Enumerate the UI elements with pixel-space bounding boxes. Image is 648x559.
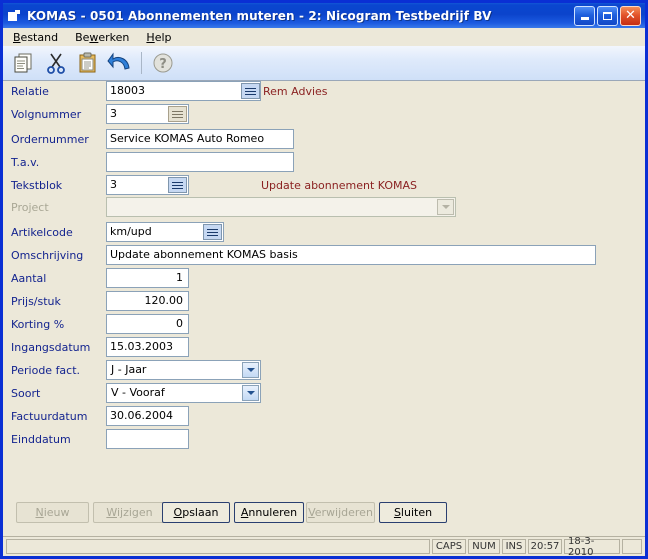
input-tav[interactable]	[106, 152, 294, 172]
input-factuurdatum[interactable]: 30.06.2004	[106, 406, 189, 426]
label-soort: Soort	[11, 387, 41, 400]
opslaan-button[interactable]: Opslaan	[162, 502, 230, 523]
label-aantal: Aantal	[11, 272, 47, 285]
label-relatie: Relatie	[11, 85, 49, 98]
minimize-button[interactable]	[574, 5, 595, 26]
status-ins: INS	[502, 539, 526, 554]
svg-text:?: ?	[159, 57, 167, 72]
input-aantal[interactable]: 1	[106, 268, 189, 288]
label-ordernummer: Ordernummer	[11, 133, 89, 146]
status-message	[6, 539, 430, 554]
note-tekstblok: Update abonnement KOMAS	[261, 179, 418, 192]
menu-bar: Bestand Bewerken Help	[3, 28, 645, 46]
label-project: Project	[11, 201, 49, 214]
label-einddatum: Einddatum	[11, 433, 71, 446]
label-prijs: Prijs/stuk	[11, 295, 61, 308]
lookup-button-artikelcode[interactable]	[203, 224, 222, 240]
input-prijs[interactable]: 120.00	[106, 291, 189, 311]
label-volgnummer: Volgnummer	[11, 108, 82, 121]
chevron-down-icon[interactable]	[242, 385, 259, 401]
label-tav: T.a.v.	[11, 156, 40, 169]
input-relatie[interactable]: 18003	[106, 81, 261, 101]
maximize-button[interactable]	[597, 5, 618, 26]
select-periode-fact-value: J - Jaar	[111, 363, 147, 376]
form-area: Relatie 18003 Rem Advies Volgnummer 3 Or…	[3, 81, 645, 536]
wijzigen-button: Wijzigen	[93, 502, 166, 523]
status-resize-grip	[622, 539, 642, 554]
help-icon[interactable]: ?	[148, 48, 178, 78]
status-date: 18-3-2010	[564, 536, 620, 558]
sluiten-button[interactable]: Sluiten	[379, 502, 447, 523]
input-ordernummer[interactable]: Service KOMAS Auto Romeo	[106, 129, 294, 149]
nieuw-button: Nieuw	[16, 502, 89, 523]
title-bar[interactable]: KOMAS - 0501 Abonnementen muteren - 2: N…	[3, 3, 645, 28]
toolbar: ?	[3, 46, 645, 81]
verwijderen-button: Verwijderen	[306, 502, 375, 523]
paste-icon[interactable]	[73, 48, 103, 78]
cut-icon[interactable]	[41, 48, 71, 78]
select-soort[interactable]: V - Vooraf	[106, 383, 261, 403]
action-button-bar: Nieuw Wijzigen Opslaan Annuleren Verwijd…	[3, 496, 645, 536]
select-periode-fact[interactable]: J - Jaar	[106, 360, 261, 380]
select-soort-value: V - Vooraf	[111, 386, 165, 399]
label-factuurdatum: Factuurdatum	[11, 410, 88, 423]
status-time: 20:57	[528, 539, 562, 554]
close-icon: ✕	[625, 8, 636, 23]
status-bar: CAPS NUM INS 20:57 18-3-2010	[3, 536, 645, 558]
input-einddatum[interactable]	[106, 429, 189, 449]
label-ingangsdatum: Ingangsdatum	[11, 341, 91, 354]
status-num: NUM	[468, 539, 500, 554]
copy-icon[interactable]	[9, 48, 39, 78]
application-window: KOMAS - 0501 Abonnementen muteren - 2: N…	[0, 0, 648, 559]
note-relatie: Rem Advies	[263, 85, 328, 98]
label-omschrijving: Omschrijving	[11, 249, 84, 262]
label-tekstblok: Tekstblok	[11, 179, 63, 192]
label-korting: Korting %	[11, 318, 65, 331]
window-controls: ✕	[574, 5, 643, 26]
lookup-button-volgnummer[interactable]	[168, 106, 187, 122]
chevron-down-icon[interactable]	[242, 362, 259, 378]
menu-item-bewerken[interactable]: Bewerken	[75, 31, 129, 44]
input-omschrijving[interactable]: Update abonnement KOMAS basis	[106, 245, 596, 265]
lookup-button-tekstblok[interactable]	[168, 177, 187, 193]
lookup-button-relatie[interactable]	[241, 83, 260, 99]
input-korting[interactable]: 0	[106, 314, 189, 334]
select-project	[106, 197, 456, 217]
menu-item-help[interactable]: Help	[146, 31, 171, 44]
annuleren-button[interactable]: Annuleren	[234, 502, 304, 523]
label-artikelcode: Artikelcode	[11, 226, 73, 239]
chevron-down-icon	[437, 199, 454, 215]
toolbar-separator	[141, 52, 142, 74]
label-periode: Periode fact.	[11, 364, 81, 377]
undo-icon[interactable]	[105, 48, 135, 78]
window-title: KOMAS - 0501 Abonnementen muteren - 2: N…	[27, 8, 492, 23]
menu-item-bestand[interactable]: Bestand	[13, 31, 58, 44]
application-icon	[8, 9, 21, 22]
close-button[interactable]: ✕	[620, 5, 641, 26]
status-caps: CAPS	[432, 539, 466, 554]
input-ingangsdatum[interactable]: 15.03.2003	[106, 337, 189, 357]
